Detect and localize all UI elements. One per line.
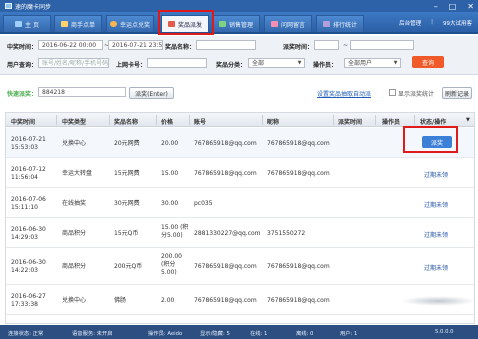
version-label: 5.0.0.0	[435, 329, 454, 335]
status-badge: 过期未领	[424, 232, 449, 239]
offline-count: 离线: 0	[296, 331, 314, 337]
redacted-blur	[401, 296, 474, 306]
verify-time-label: 派奖时间：	[283, 44, 314, 51]
maximize-icon[interactable]: □	[449, 2, 457, 11]
tab-home[interactable]: 主 页	[3, 15, 51, 32]
verify-range-sep: ~	[343, 42, 349, 49]
operator-status: 操作员: Aeido	[148, 331, 183, 337]
col-nickname[interactable]: 昵称	[267, 117, 279, 126]
col-prize-time[interactable]: 中奖时间	[11, 117, 35, 126]
user-count: 用户: 1	[340, 331, 358, 337]
prize-time-label: 中奖时间：	[7, 44, 38, 51]
card-number-label: 上网卡号：	[116, 62, 147, 69]
date-to-input[interactable]: 2016-07-21 23:59	[108, 40, 163, 50]
coin-icon	[109, 21, 117, 27]
query-button[interactable]: 查询	[412, 56, 444, 68]
voice-status: 语音服务: 未开启	[72, 331, 113, 337]
app-logo-icon	[5, 3, 12, 9]
chart-icon	[218, 21, 226, 27]
prize-name-label: 奖品名称：	[165, 44, 196, 51]
ranking-icon	[322, 21, 330, 27]
status-bar: 连接状态: 正常 语音服务: 未开启 操作员: Aeido 显示/隐藏: 5 在…	[0, 325, 478, 339]
quick-dispatch-bar: 快速派奖： 884218 派奖(Enter) 设置奖品抽取自动派 显示派奖统计 …	[0, 84, 478, 104]
status-badge: 过期未领	[424, 202, 449, 209]
table-row[interactable]: 2016-06-27 17:33:38 兑换中心 佛肠 2.00 7678659…	[6, 285, 474, 315]
table-row[interactable]: 2016-06-30 14:29:03 商品积分 15元Q币 15.00 (积分…	[6, 218, 474, 248]
close-icon[interactable]: ✕	[467, 2, 474, 11]
operator-label: 操作员：	[313, 62, 338, 69]
auto-dispatch-link[interactable]: 设置奖品抽取自动派	[317, 89, 371, 98]
tab-merchant-order[interactable]: 商手点单	[54, 15, 102, 32]
chevron-down-icon: ▼	[393, 60, 398, 66]
home-icon	[15, 21, 23, 27]
col-prize-name[interactable]: 奖品名称	[114, 117, 138, 126]
tab-sales-management[interactable]: 销售管理	[212, 15, 260, 32]
category-select[interactable]: 全部 ▼	[248, 58, 305, 68]
nav-separator: |	[431, 19, 433, 25]
user-name[interactable]: 99大试用客	[443, 19, 472, 27]
table-row[interactable]: 2016-06-30 14:22:03 商品积分 200元Q币 200.00 (…	[6, 248, 474, 285]
chevron-down-icon: ▼	[297, 60, 302, 66]
main-nav: 主 页 商手点单 幸运点兑奖 奖品派发 销售管理 问网留言 排行统计 后台管理 …	[0, 12, 478, 34]
operator-select[interactable]: 全部用户 ▼	[344, 58, 401, 68]
col-dispatch-time[interactable]: 派奖时间	[338, 117, 362, 126]
dispatch-enter-button[interactable]: 派奖(Enter)	[129, 87, 174, 99]
verify-to-input[interactable]	[350, 40, 414, 50]
window-controls: – □ ✕	[434, 0, 474, 12]
search-panel: 中奖时间： 2016-06-22 00:00 ~ 2016-07-21 23:5…	[0, 36, 478, 75]
table-row[interactable]: 2016-07-06 15:11:10 在线抽奖 30元网费 30.00 pc0…	[6, 188, 474, 218]
col-price[interactable]: 价格	[161, 117, 173, 126]
card-number-input[interactable]	[147, 58, 207, 68]
minimize-icon[interactable]: –	[434, 2, 438, 11]
nav-right-links: 后台管理 | 99大试用客	[399, 19, 472, 27]
show-stats-checkbox[interactable]	[389, 89, 396, 96]
verify-from-input[interactable]	[314, 40, 339, 50]
table-header: 中奖时间 中奖类型 奖品名称 价格 账号 昵称 派奖时间 操作员 状态/操作 ▼	[6, 113, 474, 127]
category-label: 奖品分类：	[216, 62, 247, 69]
col-status[interactable]: 状态/操作	[420, 117, 446, 126]
admin-link[interactable]: 后台管理	[399, 19, 421, 27]
status-badge: 过期未领	[424, 265, 449, 272]
online-count: 在线: 1	[250, 331, 268, 337]
connection-status: 连接状态: 正常	[8, 331, 44, 337]
col-operator[interactable]: 操作员	[382, 117, 400, 126]
date-from-input[interactable]: 2016-06-22 00:00	[38, 40, 103, 50]
highlight-box-tab	[158, 10, 214, 35]
sort-arrow-icon[interactable]: ▼	[466, 117, 470, 123]
table-row[interactable]: 2016-07-12 11:56:04 幸运大转盘 15元网费 15.00 76…	[6, 158, 474, 188]
user-query-input[interactable]: 账号/姓名/昵称/手机号码	[38, 58, 109, 68]
window-titlebar: 速的魔卡同步 – □ ✕	[0, 0, 478, 12]
highlight-box-dispatch	[403, 126, 458, 153]
tab-lucky-points[interactable]: 幸运点兑奖	[106, 15, 154, 32]
prize-name-input[interactable]	[196, 40, 256, 50]
tab-messages[interactable]: 问网留言	[264, 15, 312, 32]
quick-dispatch-label: 快速派奖：	[7, 91, 38, 98]
col-prize-type[interactable]: 中奖类型	[62, 117, 86, 126]
status-badge: 过期未领	[424, 172, 449, 179]
cart-icon	[60, 21, 68, 27]
display-status: 显示/隐藏: 5	[200, 331, 230, 337]
message-icon	[270, 21, 278, 27]
refresh-records-button[interactable]: 刷新记录	[442, 87, 472, 99]
tab-rank-stats[interactable]: 排行统计	[316, 15, 364, 32]
show-stats-label: 显示派奖统计	[398, 91, 435, 98]
window-title: 速的魔卡同步	[15, 3, 52, 11]
col-account[interactable]: 账号	[194, 117, 206, 126]
user-query-label: 用户查询：	[7, 62, 38, 69]
quick-dispatch-input[interactable]: 884218	[38, 87, 126, 97]
